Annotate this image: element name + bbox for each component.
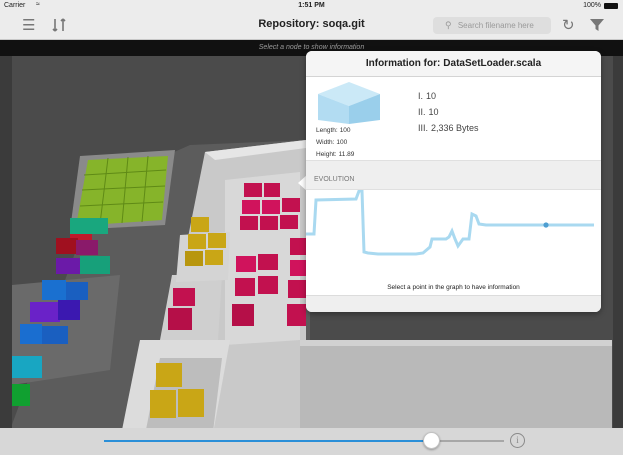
- evolution-header: EVOLUTION: [306, 160, 601, 190]
- dimension-width: Width: 100: [316, 139, 348, 146]
- graph-hint: Select a point in the graph to have info…: [387, 284, 520, 291]
- status-time: 1:51 PM: [298, 2, 325, 9]
- popover-header: Information for: DataSetLoader.scala: [306, 51, 601, 77]
- evolution-point[interactable]: [543, 222, 549, 228]
- popover-file-name: DataSetLoader.scala: [443, 58, 542, 69]
- dimension-length: Length: 100: [316, 127, 351, 134]
- info-button[interactable]: i: [510, 433, 525, 448]
- nav-bar: ☰ Repository: soqa.git ⚲ Search filename…: [0, 12, 623, 40]
- search-icon: ⚲: [445, 20, 452, 30]
- status-bar: Carrier ≈ 1:51 PM 100%: [0, 0, 623, 12]
- scene-hint: Select a node to show information: [258, 44, 365, 51]
- metric-2: II. 10: [418, 107, 439, 117]
- popover-footer: [306, 295, 601, 312]
- info-popover: Information for: DataSetLoader.scala Leng…: [306, 51, 601, 312]
- refresh-icon[interactable]: ↻: [562, 17, 575, 35]
- metric-list: I. 10 II. 10 III. 2,336 Bytes: [418, 88, 479, 136]
- popover-header-label: Information for:: [365, 58, 441, 69]
- filter-icon[interactable]: [590, 17, 604, 38]
- scene-edge-right: [613, 56, 623, 428]
- bottom-toolbar: i: [0, 428, 623, 455]
- battery-icon: [604, 3, 618, 9]
- metric-3: III. 2,336 Bytes: [418, 123, 479, 133]
- search-input[interactable]: ⚲ Search filename here: [433, 17, 551, 34]
- dimension-list: Length: 100 Width: 100 Height: 11.89: [316, 125, 354, 161]
- evolution-line[interactable]: [306, 190, 594, 256]
- scene-edge-left: [0, 56, 12, 428]
- search-placeholder: Search filename here: [457, 21, 534, 30]
- timeline-slider[interactable]: [104, 432, 504, 449]
- timeline-slider-fill: [104, 440, 432, 442]
- metric-1: I. 10: [418, 91, 437, 101]
- evolution-graph[interactable]: [306, 190, 601, 285]
- battery-percent: 100%: [583, 2, 601, 9]
- timeline-slider-thumb[interactable]: [423, 432, 440, 449]
- cube-icon: [318, 82, 380, 124]
